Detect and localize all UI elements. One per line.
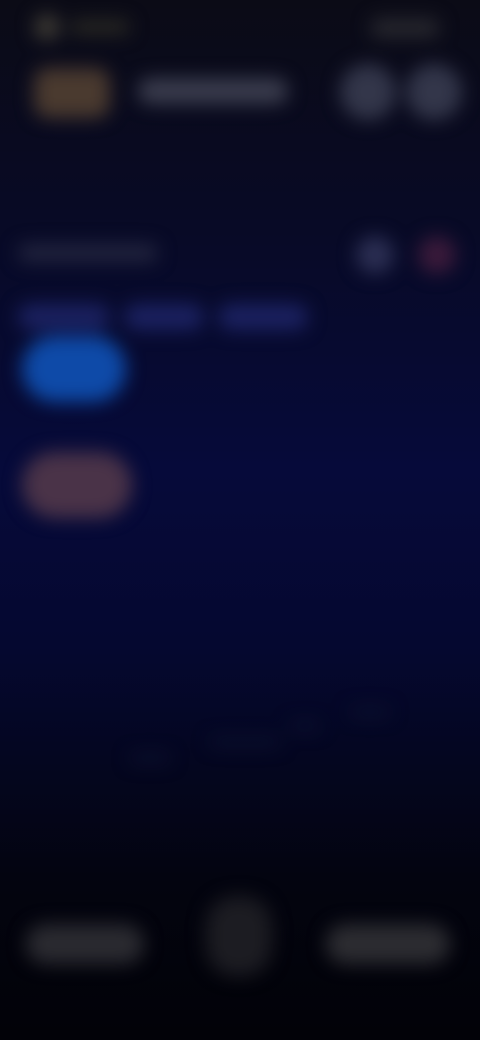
app-header: [0, 52, 480, 132]
bottom-bar: [0, 890, 480, 1000]
primary-card[interactable]: [22, 336, 126, 402]
status-text: [70, 20, 130, 34]
faint-content: [130, 754, 170, 762]
faint-content: [290, 722, 320, 730]
avatar[interactable]: [34, 68, 110, 118]
section-action-icon-1[interactable]: [356, 236, 394, 274]
bottom-left-button[interactable]: [26, 924, 144, 964]
secondary-card[interactable]: [22, 452, 132, 518]
tab-1[interactable]: [18, 304, 110, 330]
bottom-right-button[interactable]: [326, 924, 450, 964]
section-row: [0, 236, 480, 276]
header-title: [138, 78, 288, 104]
section-action-icon-2[interactable]: [418, 236, 456, 274]
tab-row: [18, 304, 308, 330]
status-left: [34, 14, 130, 40]
faint-content: [350, 708, 390, 716]
status-indicator-icon: [34, 14, 60, 40]
center-action-icon[interactable]: [206, 896, 272, 976]
app-screen: [0, 0, 480, 1040]
tab-3[interactable]: [218, 304, 308, 330]
header-action-button-1[interactable]: [340, 64, 396, 120]
header-action-button-2[interactable]: [406, 64, 462, 120]
tab-2[interactable]: [124, 304, 204, 330]
blurred-content: [0, 0, 480, 1040]
status-right-indicators: [370, 18, 440, 38]
faint-content: [210, 738, 280, 746]
section-label: [18, 244, 158, 262]
